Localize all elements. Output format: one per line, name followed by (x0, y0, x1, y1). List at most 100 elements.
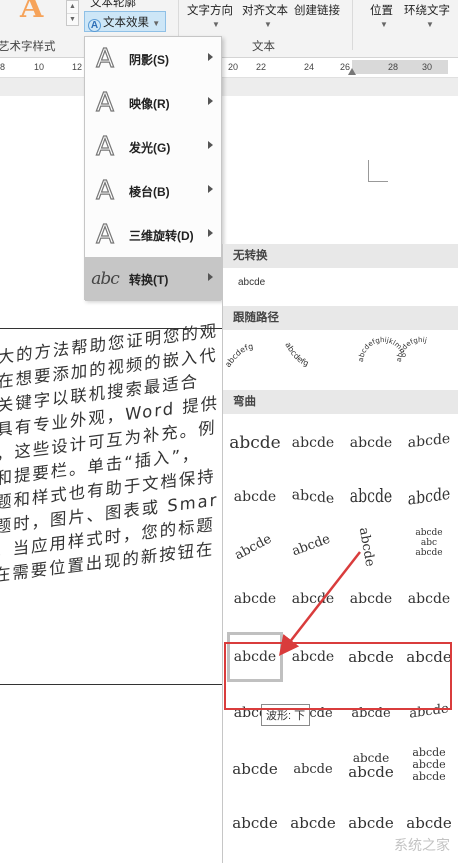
warp-button-pour-option[interactable]: abcde (401, 574, 457, 624)
warp-sample: abcde (415, 548, 443, 558)
warp-sample: abcde (407, 591, 451, 607)
warp-chevron-up-option[interactable]: abcde (401, 413, 457, 469)
warp-fade-right-option[interactable]: abcde (227, 798, 283, 848)
warp-fade-left-option[interactable]: abcde (285, 798, 341, 848)
warp-chevron-down-option[interactable]: abcde (227, 472, 283, 522)
warp-inflate-top-option[interactable]: abcde (227, 744, 283, 794)
warp-plain-option[interactable]: abcde (227, 418, 283, 468)
warp-sample: abcde (291, 486, 335, 508)
warp-double-wave-up-option[interactable]: abcde (401, 632, 457, 682)
ruler-number: 30 (422, 62, 433, 72)
warp-sample: abcde (289, 531, 333, 559)
warp-sample: abcde (233, 489, 277, 505)
bevel-icon: A (95, 175, 114, 206)
warp-sample: abcde (406, 648, 452, 666)
warp-arch-up-option[interactable]: abcde (217, 512, 290, 582)
text-direction-button[interactable]: 文字方向 (187, 2, 233, 18)
text-outline-button[interactable]: 文本轮廓 (90, 0, 136, 10)
warp-deflate-inflate-option[interactable]: abcde abcde (343, 740, 399, 790)
path-button-option[interactable]: abcdefghij (395, 336, 428, 362)
transform-icon: abc (91, 269, 120, 289)
warp-sample: abcde (349, 591, 393, 607)
warp-sample: abcde (291, 435, 335, 451)
chevron-down-icon: ▼ (152, 19, 161, 28)
menu-item-3d-rotation[interactable]: A 三维旋转(D) (85, 213, 221, 257)
path-arch-down-option[interactable]: abcdefg (283, 341, 309, 368)
submenu-arrow-icon (208, 185, 213, 193)
wordart-style-a-icon[interactable]: A (20, 0, 43, 25)
warp-circle-pour-option[interactable]: abcde (343, 574, 399, 624)
ruler-number: 12 (72, 62, 83, 72)
warp-sample: abcde (407, 484, 451, 510)
ruler-number: 20 (228, 62, 239, 72)
menu-item-glow[interactable]: A 发光(G) (85, 125, 221, 169)
warp-sample: abcde (233, 649, 277, 665)
wordart-frame-bottom (0, 684, 230, 685)
text-effects-menu: A 阴影(S) A 映像(R) A 发光(G) A 棱台(B) A 三维旋转(D… (84, 36, 222, 301)
warp-arch-down-pour-option[interactable]: abcde (285, 574, 341, 624)
warp-sample: abc (420, 538, 438, 548)
svg-text:abcdefghij: abcdefghij (395, 336, 428, 362)
ruler-number: 22 (256, 62, 267, 72)
text-effect-label: 文本效果 (103, 17, 149, 29)
shadow-icon: A (95, 43, 114, 74)
follow-path-header: 跟随路径 (223, 306, 458, 330)
no-transform-option[interactable]: abcde (223, 268, 458, 298)
submenu-arrow-icon (208, 141, 213, 149)
glow-icon: A (95, 131, 114, 162)
3d-rotation-icon: A (95, 219, 114, 250)
menu-item-bevel[interactable]: A 棱台(B) (85, 169, 221, 213)
warp-button-option[interactable]: abcde abc abcde (401, 518, 457, 568)
indent-marker[interactable] (348, 68, 356, 75)
ruler-margin (352, 60, 448, 74)
warp-fade-up-option[interactable]: abcde (343, 798, 399, 848)
warp-sample: abcde (232, 531, 274, 563)
page-corner-mark (368, 160, 388, 182)
ruler-number: 28 (388, 62, 399, 72)
warp-circle-option[interactable]: abcde (338, 515, 397, 579)
warp-inflate-bottom-option[interactable]: abcde (343, 688, 399, 738)
submenu-arrow-icon (208, 229, 213, 237)
path-sample-text: abcdefg (223, 342, 254, 369)
warp-deflate-inflate-deflate-option[interactable]: abcde abcde abcde (401, 740, 457, 790)
chevron-down-icon: ▼ (380, 20, 388, 29)
warp-stop-option[interactable]: abcde (285, 418, 341, 468)
wrap-text-button[interactable]: 环绕文字 (404, 2, 450, 18)
warp-deflate-top-option[interactable]: abcde (285, 744, 341, 794)
create-link-button[interactable]: 创建链接 (294, 2, 340, 18)
wordart-group-label: 艺术字样式 (0, 41, 56, 53)
warp-wave-up-option[interactable]: abcde (285, 632, 341, 682)
ribbon: A ▲ ▼ 文本轮廓 A 文本效果 ▼ 艺术字样式 文字方向 对齐文本 创建链接 … (0, 0, 458, 58)
warp-sample: abcde (232, 760, 278, 778)
scroll-up-icon[interactable]: ▲ (67, 1, 78, 13)
group-separator (352, 0, 353, 50)
align-text-button[interactable]: 对齐文本 (242, 2, 288, 18)
text-group-label: 文本 (252, 41, 275, 53)
warp-sample: abcde (415, 528, 443, 538)
warp-arch-up-pour-option[interactable]: abcde (227, 574, 283, 624)
warp-wave-down-option[interactable]: abcde (227, 632, 283, 682)
style-gallery-scroll[interactable]: ▲ ▼ (66, 0, 79, 26)
warp-double-wave-down-option[interactable]: abcde (343, 632, 399, 682)
ruler-number: 8 (0, 62, 6, 72)
warp-deflate-bottom-option[interactable]: abcde (401, 682, 457, 740)
menu-item-label: 转换(T) (129, 272, 169, 287)
menu-item-label: 发光(G) (129, 140, 171, 155)
menu-item-shadow[interactable]: A 阴影(S) (85, 37, 221, 81)
text-effect-button[interactable]: A 文本效果 ▼ (84, 11, 167, 32)
reflection-icon: A (95, 87, 114, 118)
menu-item-transform[interactable]: abc 转换(T) (85, 257, 221, 301)
horizontal-ruler[interactable]: 8 10 12 20 22 24 26 28 30 (0, 58, 458, 78)
follow-path-row: abcdefg abcdefg abcdefghijklmno abcdefgh… (223, 330, 458, 390)
warp-sample: abcde (229, 433, 281, 453)
menu-item-label: 映像(R) (129, 96, 170, 111)
scroll-down-icon[interactable]: ▼ (67, 13, 78, 25)
watermark-logo: 系统之家 (394, 838, 450, 854)
warp-sample: abcde (348, 648, 394, 666)
position-button[interactable]: 位置 (370, 2, 393, 18)
path-arch-up-option[interactable]: abcdefg (223, 342, 254, 369)
warp-triangle-down-option[interactable]: abcde (343, 418, 399, 468)
warp-sample: abcde (407, 430, 451, 452)
menu-item-reflection[interactable]: A 映像(R) (85, 81, 221, 125)
transform-gallery: 无转换 abcde 跟随路径 abcdefg abcdefg abcdefghi… (222, 244, 458, 863)
